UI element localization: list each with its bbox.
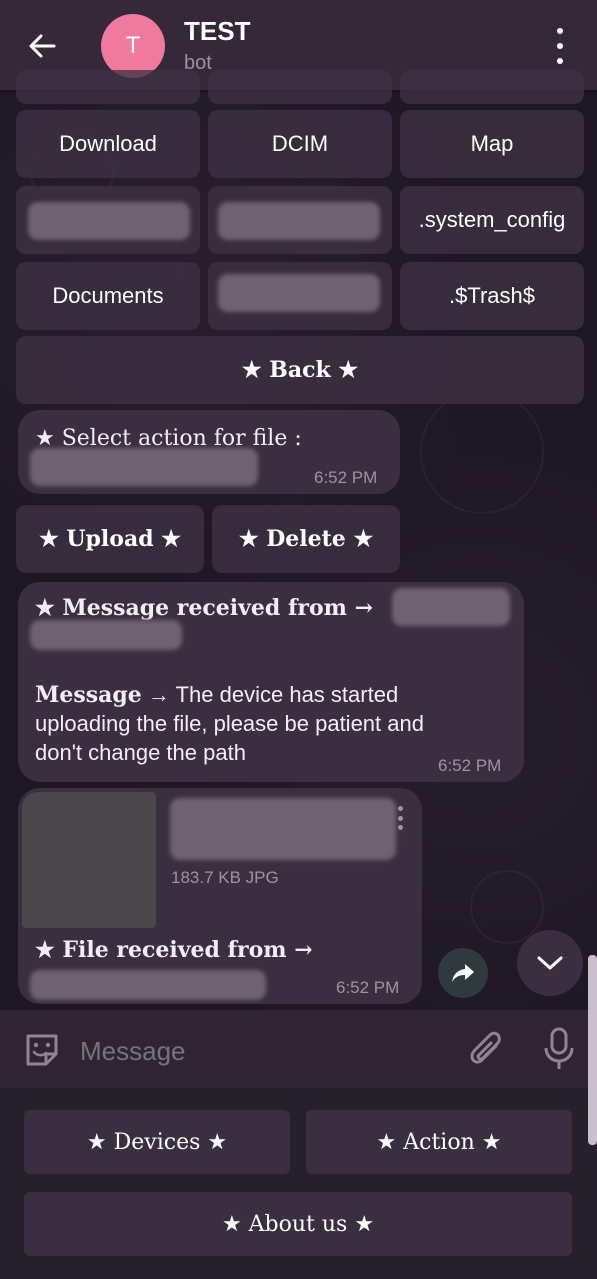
sticker-button[interactable] [22,1030,62,1070]
sticker-icon [26,1034,58,1066]
message-label: Message [35,682,142,708]
delete-label: ★ Delete ★ [238,526,374,552]
message-time: 6:52 PM [336,978,400,997]
message-bubble-select-action[interactable]: ★ Select action for file : 6:52 PM [18,410,400,494]
file-thumbnail[interactable] [22,792,156,928]
chat-title[interactable]: TEST [184,16,250,47]
map-label: Map [470,131,514,156]
message-header: ★ Message received from → [35,595,374,621]
message-input-bar [0,1010,597,1088]
redacted-sender-2 [30,620,182,650]
documents-button[interactable]: Documents [16,262,200,330]
redacted-filename [30,448,258,486]
back-arrow-icon [29,34,56,58]
download-button[interactable]: Download [16,110,200,178]
action-label: ★ Action ★ [376,1129,502,1155]
redacted-folder-button-2[interactable] [208,186,392,254]
redacted-label [218,202,380,240]
redacted-folder-button-3[interactable] [208,262,392,330]
file-meta: 183.7 KB JPG [171,868,279,887]
dcim-label: DCIM [271,131,329,156]
message-body-line1: Message → The device has started [35,680,398,710]
trash-label: .$Trash$ [448,283,535,308]
message-bubble-received[interactable]: ★ Message received from → Message → The … [18,582,524,782]
upload-label: ★ Upload ★ [38,526,181,552]
microphone-icon [544,1027,574,1069]
message-body-line3: don't change the path [35,740,246,765]
redacted-label [28,202,190,240]
keyboard-cutoff-3[interactable] [400,70,584,104]
forward-icon [452,964,474,982]
trash-button[interactable]: .$Trash$ [400,262,584,330]
keyboard-cutoff-1[interactable] [16,70,200,104]
attach-button[interactable] [466,1028,506,1072]
message-arrow: → [147,682,170,707]
upload-button[interactable]: ★ Upload ★ [16,505,204,573]
devices-label: ★ Devices ★ [86,1129,228,1155]
redacted-filename [170,798,396,860]
chevron-down-icon [537,956,563,970]
redacted-sender [392,588,510,626]
message-input[interactable] [78,1030,442,1072]
scroll-down-button[interactable] [517,930,583,996]
avatar-letter: T [125,32,141,59]
map-button[interactable]: Map [400,110,584,178]
message-body-text: The device has started [175,682,399,707]
devices-button[interactable]: ★ Devices ★ [24,1110,290,1174]
dcim-button[interactable]: DCIM [208,110,392,178]
back-button[interactable] [18,22,66,70]
file-menu-icon[interactable] [398,806,404,830]
delete-button[interactable]: ★ Delete ★ [212,505,400,573]
microphone-button[interactable] [538,1026,580,1072]
about-us-button[interactable]: ★ About us ★ [24,1192,572,1256]
keyboard-cutoff-2[interactable] [208,70,392,104]
forward-button[interactable] [438,948,488,998]
message-time: 6:52 PM [438,756,502,775]
avatar[interactable]: T [101,14,165,78]
reply-keyboard: ★ Devices ★ ★ Action ★ ★ About us ★ [0,1088,597,1279]
back-keyboard-button[interactable]: ★ Back ★ [16,336,584,404]
system-config-label: .system_config [418,207,566,232]
back-keyboard-label: ★ Back ★ [241,357,359,383]
download-label: Download [59,131,157,156]
redacted-label [218,274,380,312]
message-bubble-file[interactable]: 183.7 KB JPG ★ File received from → 6:52… [18,788,422,1004]
more-options-icon[interactable] [546,28,574,64]
documents-label: Documents [52,283,164,308]
paperclip-icon [470,1031,501,1064]
system-config-button[interactable]: .system_config [400,186,584,254]
scrollbar[interactable] [588,955,597,1145]
about-us-label: ★ About us ★ [221,1211,375,1237]
action-button[interactable]: ★ Action ★ [306,1110,572,1174]
message-time: 6:52 PM [314,468,378,487]
file-header: ★ File received from → [35,937,313,963]
redacted-folder-button-1[interactable] [16,186,200,254]
redacted-sender [30,970,266,1000]
message-body-line2: uploading the file, please be patient an… [35,711,424,736]
